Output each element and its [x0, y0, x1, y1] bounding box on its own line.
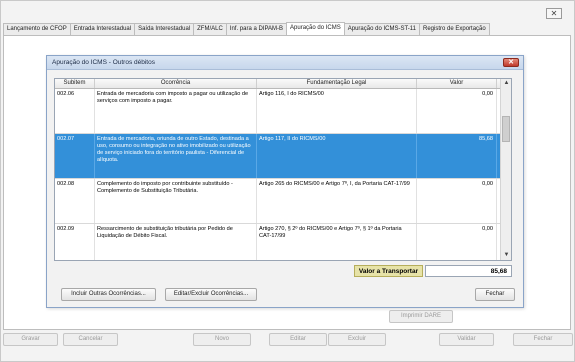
cell-valor: 85,68: [417, 134, 497, 178]
cell-ocorrencia: Entrada de mercadoria, oriunda de outro …: [95, 134, 257, 178]
editar-excluir-ocorrencias-button[interactable]: Editar/Excluir Ocorrências...: [165, 288, 257, 301]
cell-subitem: 002.07: [55, 134, 95, 178]
excluir-button[interactable]: Excluir: [328, 333, 386, 346]
ocorrencias-table: Subitem Ocorrência Fundamentação Legal V…: [54, 78, 512, 261]
valor-a-transportar-value: 85,68: [425, 265, 512, 277]
arrow-up-icon[interactable]: ▲: [502, 79, 511, 88]
cell-ocorrencia: Complemento do imposto por contribuinte …: [95, 179, 257, 223]
tab-apuracao-icms[interactable]: Apuração do ICMS: [286, 22, 345, 35]
tab-saida-interestadual[interactable]: Saída Interestadual: [134, 23, 195, 35]
tab-bar: Lançamento de CFOP Entrada Interestadual…: [3, 22, 490, 35]
tab-zfm-alc[interactable]: ZFM/ALC: [193, 23, 227, 35]
cell-fundamentacao: Artigo 117, II do RICMS/00: [257, 134, 417, 178]
dialog-title-bar: Apuração do ICMS - Outros débitos ✕: [47, 56, 523, 70]
cell-fundamentacao: Artigo 116, I do RICMS/00: [257, 89, 417, 133]
window-close-button[interactable]: ✕: [546, 8, 562, 19]
cell-ocorrencia: Entrada de mercadoria com imposto a paga…: [95, 89, 257, 133]
fechar-dialog-button[interactable]: Fechar: [475, 288, 515, 301]
column-header-valor[interactable]: Valor: [417, 79, 497, 88]
cell-fundamentacao: Artigo 265 do RICMS/00 e Artigo 7º, I, d…: [257, 179, 417, 223]
total-row: Valor a Transportar 85,68: [54, 265, 512, 278]
bottom-toolbar: Gravar Cancelar Novo Editar Excluir Vali…: [1, 333, 575, 349]
tab-entrada-interestadual[interactable]: Entrada Interestadual: [69, 23, 136, 35]
tab-apuracao-icms-st[interactable]: Apuração do ICMS-ST-11: [343, 23, 421, 35]
outros-debitos-dialog: Apuração do ICMS - Outros débitos ✕ Subi…: [46, 55, 524, 308]
cell-valor: 0,00: [417, 179, 497, 223]
cell-valor: 0,00: [417, 224, 497, 260]
table-scrollbar[interactable]: ▲ ▼: [500, 79, 511, 260]
tab-dipam-b[interactable]: Inf. para a DIPAM-B: [225, 23, 288, 35]
column-header-ocorrencia[interactable]: Ocorrência: [95, 79, 257, 88]
table-row[interactable]: 002.08 Complemento do imposto por contri…: [55, 179, 511, 224]
table-row-selected[interactable]: 002.07 Entrada de mercadoria, oriunda de…: [55, 134, 511, 179]
tab-lancamento-cfop[interactable]: Lançamento de CFOP: [3, 23, 71, 35]
dialog-close-button[interactable]: ✕: [503, 58, 519, 67]
imprimir-dare-button[interactable]: Imprimir DARE: [389, 310, 453, 323]
validar-button[interactable]: Validar: [439, 333, 494, 346]
arrow-down-icon[interactable]: ▼: [502, 251, 511, 260]
scrollbar-thumb[interactable]: [502, 116, 510, 142]
cell-subitem: 002.08: [55, 179, 95, 223]
main-window: ✕ Lançamento de CFOP Entrada Interestadu…: [0, 0, 575, 362]
gravar-button[interactable]: Gravar: [3, 333, 58, 346]
fechar-button[interactable]: Fechar: [513, 333, 573, 346]
table-row[interactable]: 002.06 Entrada de mercadoria com imposto…: [55, 89, 511, 134]
editar-button[interactable]: Editar: [269, 333, 327, 346]
column-header-subitem[interactable]: Subitem: [55, 79, 95, 88]
cell-valor: 0,00: [417, 89, 497, 133]
cell-subitem: 002.06: [55, 89, 95, 133]
column-header-fundamentacao[interactable]: Fundamentação Legal: [257, 79, 417, 88]
dialog-title: Apuração do ICMS - Outros débitos: [52, 59, 155, 66]
cell-fundamentacao: Artigo 270, § 2º do RICMS/00 e Artigo 7º…: [257, 224, 417, 260]
table-row[interactable]: 002.09 Ressarcimento de substituição tri…: [55, 224, 511, 260]
cell-ocorrencia: Ressarcimento de substituição tributária…: [95, 224, 257, 260]
novo-button[interactable]: Novo: [193, 333, 251, 346]
cancelar-button[interactable]: Cancelar: [63, 333, 118, 346]
table-header: Subitem Ocorrência Fundamentação Legal V…: [55, 79, 511, 89]
tab-registro-exportacao[interactable]: Registro de Exportação: [419, 23, 490, 35]
incluir-ocorrencias-button[interactable]: Incluir Outras Ocorrências...: [61, 288, 156, 301]
cell-subitem: 002.09: [55, 224, 95, 260]
valor-a-transportar-label: Valor a Transportar: [354, 265, 423, 277]
